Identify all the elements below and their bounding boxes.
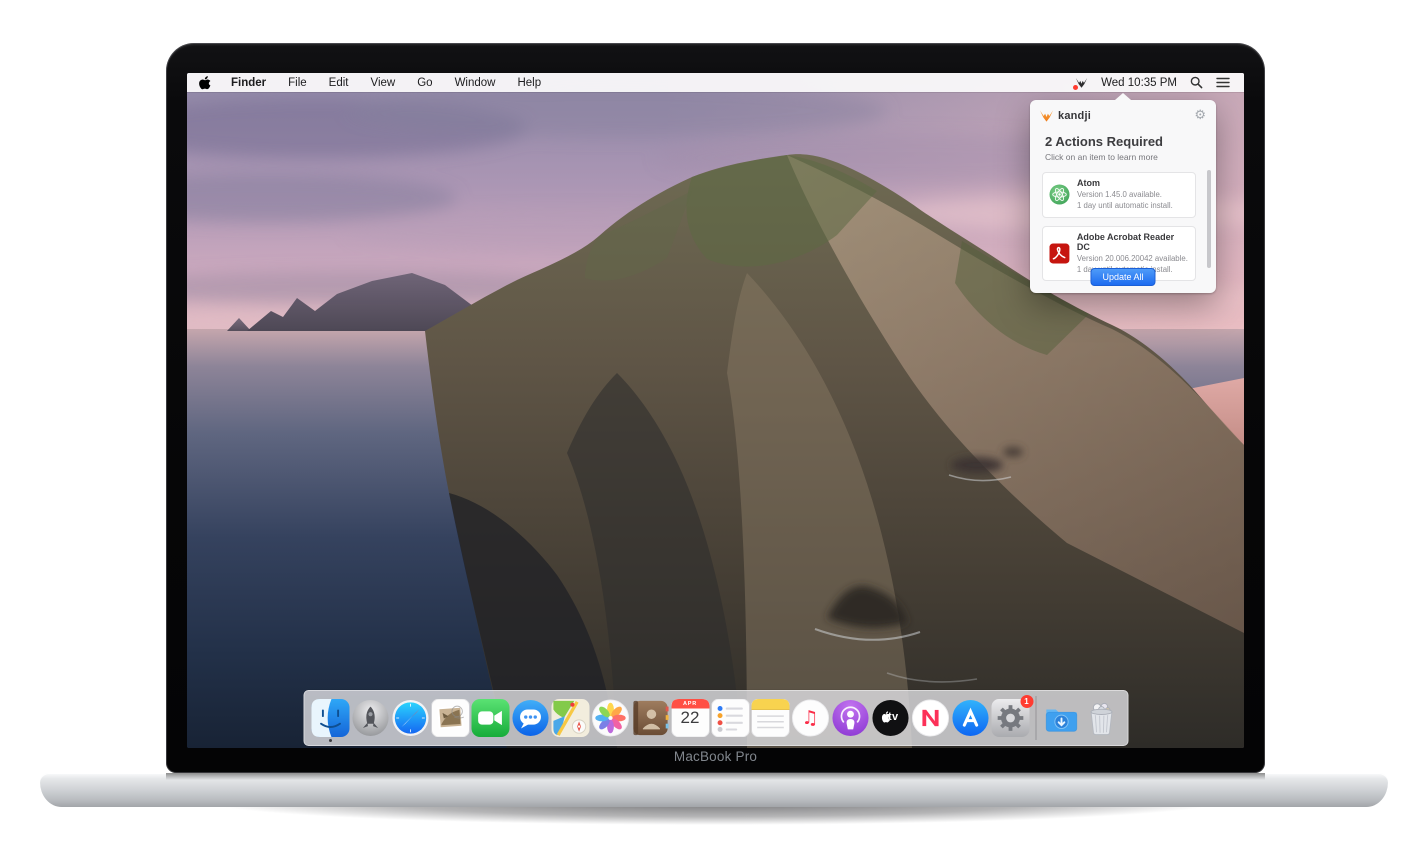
dock-icon-calendar[interactable]: APR 22 — [671, 699, 709, 737]
notification-badge: 1 — [1020, 695, 1033, 708]
action-app-name: Adobe Acrobat Reader DC — [1077, 232, 1189, 252]
dock-icon-launchpad[interactable] — [351, 699, 389, 737]
dock-icon-news[interactable] — [911, 699, 949, 737]
acrobat-reader-app-icon — [1049, 243, 1070, 264]
action-line1: Version 20.006.20042 available. — [1077, 253, 1189, 264]
apple-menu[interactable] — [198, 75, 220, 90]
dock-icon-photos[interactable] — [591, 699, 629, 737]
notification-center-icon[interactable] — [1216, 77, 1230, 88]
running-indicator — [329, 739, 332, 742]
dock-separator — [1035, 696, 1036, 740]
action-line2: 1 day until automatic install. — [1077, 200, 1173, 211]
popover-scrollbar[interactable] — [1207, 170, 1211, 268]
calendar-day-label: 22 — [671, 708, 709, 728]
menu-bar: Finder File Edit View Go Window Help Wed… — [187, 73, 1244, 92]
dock-icon-music[interactable]: ♫ — [791, 699, 829, 737]
dock-icon-podcasts[interactable] — [831, 699, 869, 737]
dock-icon-trash[interactable] — [1082, 699, 1120, 737]
dock-icon-notes[interactable] — [751, 699, 789, 737]
popover-subtitle: Click on an item to learn more — [1045, 152, 1216, 162]
menu-edit[interactable]: Edit — [318, 77, 360, 89]
menu-file[interactable]: File — [277, 77, 318, 89]
dock-icon-app-store[interactable] — [951, 699, 989, 737]
menubar-clock[interactable]: Wed 10:35 PM — [1101, 77, 1177, 89]
action-line1: Version 1.45.0 available. — [1077, 189, 1173, 200]
spotlight-search-icon[interactable] — [1190, 76, 1203, 89]
kandji-menu-icon[interactable] — [1075, 76, 1088, 89]
dock-icon-system-preferences[interactable]: 1 — [991, 699, 1029, 737]
menu-go[interactable]: Go — [406, 77, 443, 89]
kandji-brand-name: kandji — [1058, 110, 1091, 122]
dock-icon-reminders[interactable] — [711, 699, 749, 737]
dock-icon-contacts[interactable] — [631, 699, 669, 737]
apple-logo-icon — [198, 75, 211, 90]
menu-help[interactable]: Help — [506, 77, 552, 89]
menu-window[interactable]: Window — [444, 77, 507, 89]
popover-title: 2 Actions Required — [1045, 134, 1216, 149]
kandji-alert-dot — [1073, 85, 1078, 90]
desktop-screen: Finder File Edit View Go Window Help Wed… — [187, 73, 1244, 748]
gear-icon[interactable]: ⚙ — [1194, 109, 1206, 122]
laptop-lid: Finder File Edit View Go Window Help Wed… — [166, 43, 1265, 773]
dock-icon-maps[interactable] — [551, 699, 589, 737]
dock-icon-downloads[interactable] — [1042, 699, 1080, 737]
popover-arrow — [1115, 93, 1131, 100]
apple-tv-label: tv — [888, 711, 898, 723]
calendar-month-label: APR — [671, 701, 709, 707]
dock: APR 22 ♫ tv — [303, 690, 1128, 746]
menubar-app-title[interactable]: Finder — [220, 77, 277, 89]
dock-icon-apple-tv[interactable]: tv — [871, 699, 909, 737]
kandji-logo-icon — [1039, 108, 1054, 123]
dock-icon-finder[interactable] — [311, 699, 349, 737]
dock-icon-facetime[interactable] — [471, 699, 509, 737]
music-note-icon: ♫ — [791, 699, 829, 737]
laptop-base — [40, 773, 1388, 853]
dock-icon-mail[interactable] — [431, 699, 469, 737]
macbook-label: MacBook Pro — [166, 749, 1265, 764]
kandji-popover: kandji ⚙ 2 Actions Required Click on an … — [1030, 100, 1216, 293]
update-all-button[interactable]: Update All — [1090, 268, 1155, 286]
hinge-shadow — [166, 773, 1265, 780]
kandji-brand: kandji — [1039, 108, 1091, 123]
atom-app-icon — [1049, 184, 1070, 205]
macbook-mockup: Finder File Edit View Go Window Help Wed… — [0, 0, 1428, 857]
menu-view[interactable]: View — [360, 77, 407, 89]
action-item-atom[interactable]: Atom Version 1.45.0 available. 1 day unt… — [1042, 172, 1196, 218]
dock-icon-safari[interactable] — [391, 699, 429, 737]
dock-icon-messages[interactable] — [511, 699, 549, 737]
action-app-name: Atom — [1077, 178, 1173, 188]
